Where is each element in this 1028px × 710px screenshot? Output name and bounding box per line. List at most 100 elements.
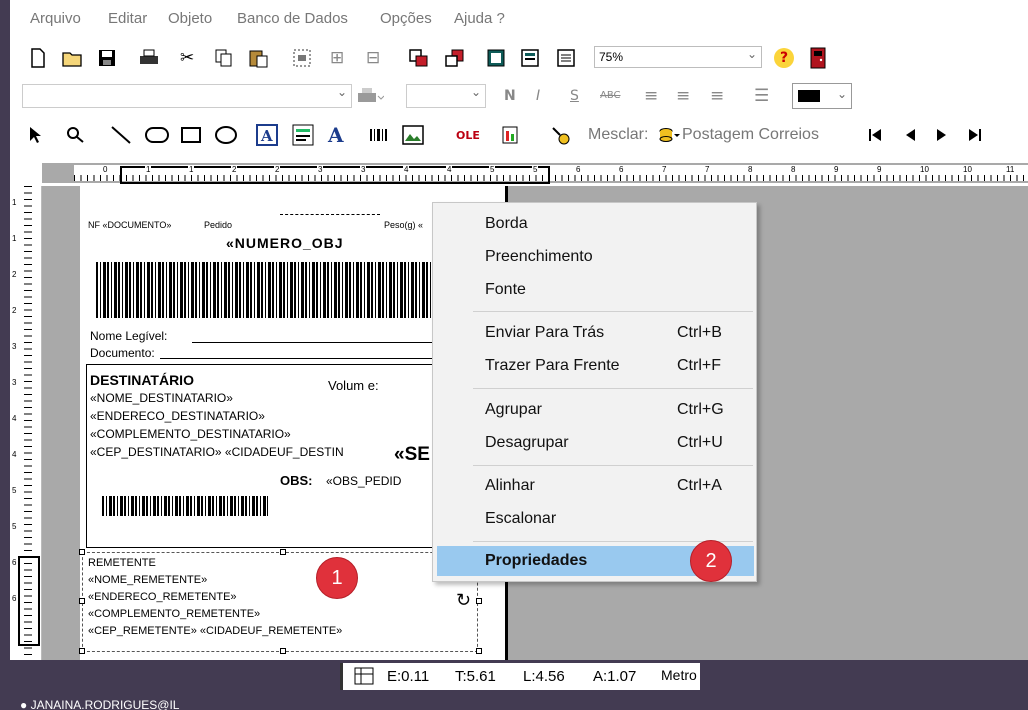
color-select[interactable]: ⌄ [792, 83, 852, 109]
new-file-icon[interactable] [30, 47, 46, 69]
menu-item-enviar-para-tras[interactable]: Enviar Para Trás Ctrl+B [437, 318, 754, 348]
pedido-field[interactable]: Pedido [204, 220, 232, 230]
bold-icon[interactable]: N [504, 85, 516, 107]
underline-icon[interactable]: S [570, 85, 579, 107]
horizontal-ruler[interactable]: 0 1 1 2 2 3 3 4 4 5 5 6 6 7 7 8 8 9 9 10 10 11 [42, 163, 1028, 184]
rectangle-tool-icon[interactable] [180, 124, 202, 146]
ole-object-icon[interactable]: OLE [456, 124, 480, 146]
help-icon[interactable]: ? [774, 48, 794, 68]
grid-icon[interactable]: ⊞ [330, 47, 344, 69]
pointer-arrow-icon[interactable] [28, 124, 42, 146]
menu-item-desagrupar[interactable]: Desagrupar Ctrl+U [437, 428, 754, 458]
menu-item-alinhar[interactable]: Alinhar Ctrl+A [437, 471, 754, 501]
barcode-tool-icon[interactable] [368, 124, 390, 146]
ruler-v-label: 4 [12, 414, 17, 423]
nf-documento-field[interactable]: NF «DOCUMENTO» [88, 220, 171, 230]
zoom-select[interactable]: 75% ⌄ [594, 46, 762, 68]
menu-item-trazer-para-frente[interactable]: Trazer Para Frente Ctrl+F [437, 351, 754, 381]
resize-handle[interactable] [280, 648, 286, 654]
endereco-destinatario-field[interactable]: «ENDERECO_DESTINATARIO» [90, 409, 265, 423]
obs-pedido-field[interactable]: «OBS_PEDID [326, 474, 401, 488]
field-tool-icon[interactable] [292, 124, 314, 146]
ruler-v-label: 5 [12, 486, 17, 495]
postagem-correios-label[interactable]: Postagem Correios [682, 124, 819, 146]
line-tool-icon[interactable] [110, 124, 132, 146]
properties-page-icon[interactable] [520, 47, 540, 69]
resize-handle[interactable] [476, 648, 482, 654]
send-back-icon[interactable] [444, 47, 466, 69]
open-folder-icon[interactable] [62, 47, 84, 69]
menu-ajuda[interactable]: Ajuda ? [454, 10, 505, 27]
resize-handle[interactable] [476, 598, 482, 604]
resize-handle[interactable] [79, 648, 85, 654]
font-size-select[interactable]: ⌄ [406, 84, 486, 108]
align-left-icon[interactable]: ≡ [644, 85, 658, 107]
print-icon[interactable] [138, 47, 160, 69]
paste-icon[interactable] [248, 47, 270, 69]
select-all-icon[interactable] [292, 47, 312, 69]
menu-item-preenchimento[interactable]: Preenchimento [437, 242, 754, 272]
resize-handle[interactable] [79, 598, 85, 604]
ruler-h-label: 1 [145, 165, 152, 174]
nome-remetente-field[interactable]: «NOME_REMETENTE» [88, 574, 207, 586]
list-icon[interactable] [556, 47, 576, 69]
endereco-remetente-field[interactable]: «ENDERECO_REMETENTE» [88, 591, 237, 603]
label-text-tool-icon[interactable]: A [328, 124, 344, 146]
status-e: E:0.11 [387, 668, 430, 685]
peso-field[interactable]: Peso(g) « [384, 220, 423, 230]
last-record-icon[interactable] [968, 124, 982, 146]
tracking-barcode[interactable] [96, 262, 436, 318]
exit-door-icon[interactable] [810, 47, 826, 69]
text-box-tool-icon[interactable]: A [256, 124, 278, 146]
first-record-icon[interactable] [868, 124, 882, 146]
resize-handle[interactable] [79, 549, 85, 555]
rounded-rect-tool-icon[interactable] [144, 124, 170, 146]
ellipse-tool-icon[interactable] [214, 124, 238, 146]
strikethrough-icon[interactable]: ABC [600, 85, 621, 107]
merge-wand-icon[interactable] [550, 124, 572, 146]
chart-tool-icon[interactable] [500, 124, 520, 146]
menu-item-fonte[interactable]: Fonte [437, 275, 754, 305]
menu-item-escalonar[interactable]: Escalonar [437, 504, 754, 534]
complemento-destinatario-field[interactable]: «COMPLEMENTO_DESTINATARIO» [90, 427, 291, 441]
se-field[interactable]: «SE [394, 444, 430, 466]
next-record-icon[interactable] [936, 124, 948, 146]
rotate-handle-icon[interactable]: ↻ [456, 590, 471, 611]
ruler-v-label: 4 [12, 450, 17, 459]
image-tool-icon[interactable] [402, 124, 424, 146]
resize-handle[interactable] [280, 549, 286, 555]
menu-arquivo[interactable]: Arquivo [30, 10, 81, 27]
cut-icon[interactable]: ✂ [180, 47, 194, 69]
previous-record-icon[interactable] [904, 124, 916, 146]
bullet-list-icon[interactable]: ☰ [754, 85, 769, 107]
menu-item-label: Enviar Para Trás [485, 324, 605, 341]
menu-item-shortcut: Ctrl+F [677, 357, 721, 374]
align-grid-icon[interactable]: ⊟ [366, 47, 380, 69]
coordinates-panel: E:0.11 T:5.61 L:4.56 A:1.07 Metro [340, 663, 700, 690]
menu-opcoes[interactable]: Opções [380, 10, 432, 27]
numero-obj-field[interactable]: «NUMERO_OBJ [226, 235, 344, 251]
copy-icon[interactable] [214, 47, 234, 69]
save-icon[interactable] [98, 47, 116, 69]
nome-destinatario-field[interactable]: «NOME_DESTINATARIO» [90, 391, 233, 405]
vertical-ruler[interactable]: 1 1 2 2 3 3 4 4 5 5 6 6 [10, 186, 42, 660]
complemento-remetente-field[interactable]: «COMPLEMENTO_REMETENTE» [88, 608, 260, 620]
cep-cidade-destinatario-field[interactable]: «CEP_DESTINATARIO» «CIDADEUF_DESTIN [90, 445, 344, 459]
zoom-magnifier-icon[interactable] [66, 124, 86, 146]
menu-item-borda[interactable]: Borda [437, 209, 754, 239]
page-setup-icon[interactable] [486, 47, 506, 69]
align-right-icon[interactable]: ≡ [710, 85, 724, 107]
font-name-select[interactable]: ⌄ [22, 84, 352, 108]
cep-barcode[interactable] [102, 496, 268, 516]
cep-cidade-remetente-field[interactable]: «CEP_REMETENTE» «CIDADEUF_REMETENTE» [88, 625, 342, 637]
italic-icon[interactable]: I [536, 85, 540, 107]
mesclar-label: Mesclar: [588, 126, 649, 143]
database-dropdown-icon[interactable] [658, 124, 682, 146]
printer-gray-icon[interactable] [356, 85, 384, 107]
bring-front-icon[interactable] [408, 47, 430, 69]
menu-editar[interactable]: Editar [108, 10, 147, 27]
align-center-icon[interactable]: ≡ [676, 85, 690, 107]
menu-item-agrupar[interactable]: Agrupar Ctrl+G [437, 395, 754, 425]
menu-banco-de-dados[interactable]: Banco de Dados [237, 10, 348, 27]
menu-objeto[interactable]: Objeto [168, 10, 212, 27]
